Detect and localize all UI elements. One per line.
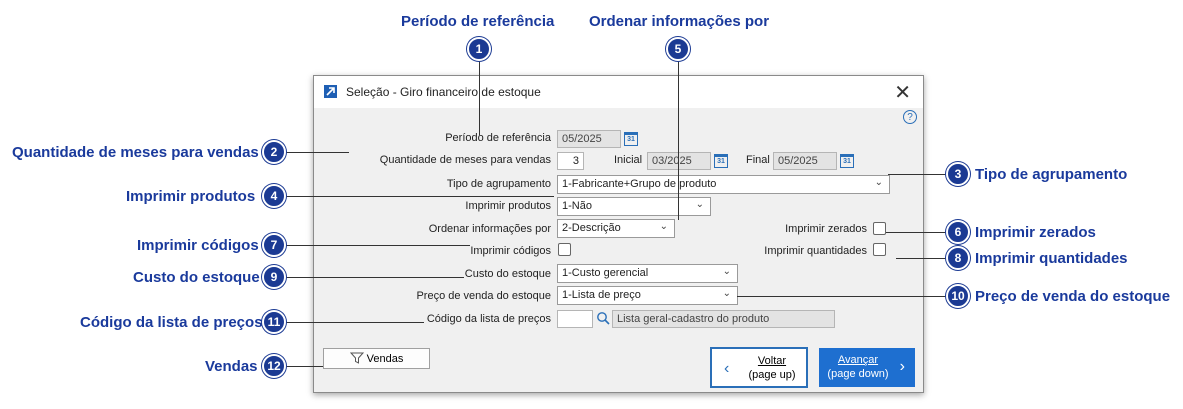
imprimir-produtos-select[interactable]: 1-Não ⌄: [557, 197, 711, 216]
imprimir-codigos-label: Imprimir códigos: [470, 245, 551, 257]
search-icon[interactable]: [596, 311, 610, 330]
voltar-label-2: (page up): [748, 369, 796, 381]
periodo-field[interactable]: 05/2025: [557, 130, 621, 148]
vendas-button[interactable]: Vendas: [323, 348, 430, 369]
calendar-icon[interactable]: 31: [624, 132, 638, 146]
annotation-badge-12: 12: [262, 354, 286, 378]
preco-value: 1-Lista de preço: [562, 289, 641, 301]
imprimir-produtos-label: Imprimir produtos: [465, 200, 551, 212]
agrupamento-value: 1-Fabricante+Grupo de produto: [562, 178, 717, 190]
connector-line: [479, 60, 480, 135]
ordenar-value: 2-Descrição: [562, 222, 621, 234]
imprimir-codigos-checkbox[interactable]: [558, 243, 571, 256]
connector-line: [286, 322, 424, 323]
connector-line: [886, 232, 946, 233]
vendas-button-label: Vendas: [366, 353, 404, 365]
imprimir-quantidades-label: Imprimir quantidades: [764, 245, 867, 257]
annotation-badge-2: 2: [262, 140, 286, 164]
chevron-down-icon: ⌄: [695, 199, 704, 210]
codigo-lista-field[interactable]: [557, 310, 593, 328]
voltar-label-1: Voltar: [757, 355, 787, 367]
connector-line: [896, 258, 946, 259]
connector-line: [286, 366, 323, 367]
connector-line: [737, 296, 946, 297]
connector-line: [678, 60, 679, 220]
annotation-label-4: Imprimir produtos: [126, 188, 256, 205]
imprimir-zerados-label: Imprimir zerados: [785, 223, 867, 235]
lista-descricao-field: Lista geral-cadastro do produto: [612, 310, 835, 328]
inicial-label: Inicial: [614, 154, 643, 166]
connector-line: [888, 174, 946, 175]
avancar-button[interactable]: Avançar (page down) ›: [819, 348, 915, 387]
chevron-left-icon: ‹: [724, 360, 730, 377]
annotation-label-11: Código da lista de preços: [80, 314, 263, 331]
connector-line: [286, 152, 349, 153]
close-icon[interactable]: ✕: [894, 80, 911, 105]
custo-label: Custo do estoque: [464, 268, 551, 280]
chevron-down-icon: ⌄: [874, 177, 883, 188]
calendar-icon[interactable]: 31: [840, 154, 854, 168]
ordenar-label: Ordenar informações por: [428, 223, 551, 235]
preco-label: Preço de venda do estoque: [416, 290, 551, 302]
help-icon[interactable]: ?: [903, 110, 917, 124]
avancar-label-2: (page down): [827, 368, 889, 380]
connector-line: [286, 277, 464, 278]
codigo-lista-label: Código da lista de preços: [426, 313, 551, 325]
chevron-down-icon: ⌄: [722, 266, 731, 277]
preco-select[interactable]: 1-Lista de preço ⌄: [557, 286, 738, 305]
agrupamento-select[interactable]: 1-Fabricante+Grupo de produto ⌄: [557, 175, 890, 194]
final-label: Final: [746, 154, 770, 166]
dialog-body: ? Período de referência 05/2025 31 Quant…: [314, 108, 923, 392]
annotation-label-7: Imprimir códigos: [137, 237, 259, 254]
agrupamento-label: Tipo de agrupamento: [446, 178, 551, 190]
qtd-meses-field[interactable]: 3: [557, 152, 584, 170]
dialog-title: Seleção - Giro financeiro de estoque: [346, 85, 541, 99]
imprimir-produtos-value: 1-Não: [562, 200, 592, 212]
inicial-field[interactable]: 03/2025: [647, 152, 711, 170]
selection-dialog: Seleção - Giro financeiro de estoque ✕ ?…: [313, 75, 924, 393]
chevron-down-icon: ⌄: [659, 221, 668, 232]
app-icon: [324, 85, 337, 98]
annotation-badge-5: 5: [666, 37, 690, 61]
annotation-badge-7: 7: [262, 233, 286, 257]
connector-line: [286, 245, 470, 246]
annotation-badge-3: 3: [946, 162, 970, 186]
periodo-label: Período de referência: [445, 132, 551, 144]
annotation-badge-4: 4: [262, 184, 286, 208]
ordenar-select[interactable]: 2-Descrição ⌄: [557, 219, 675, 238]
dialog-titlebar: Seleção - Giro financeiro de estoque ✕: [314, 76, 923, 108]
annotation-badge-10: 10: [946, 284, 970, 308]
annotation-badge-1: 1: [467, 37, 491, 61]
custo-select[interactable]: 1-Custo gerencial ⌄: [557, 264, 738, 283]
imprimir-zerados-checkbox[interactable]: [873, 222, 886, 235]
annotation-label-3: Tipo de agrupamento: [975, 166, 1128, 183]
annotation-label-12: Vendas: [205, 358, 258, 375]
custo-value: 1-Custo gerencial: [562, 267, 649, 279]
final-field[interactable]: 05/2025: [773, 152, 837, 170]
annotation-badge-11: 11: [262, 310, 286, 334]
chevron-down-icon: ⌄: [722, 288, 731, 299]
annotation-label-10: Preço de venda do estoque: [975, 288, 1171, 305]
annotation-label-5: Ordenar informações por: [589, 13, 770, 30]
imprimir-quantidades-checkbox[interactable]: [873, 243, 886, 256]
connector-line: [286, 196, 554, 197]
annotation-label-9: Custo do estoque: [133, 269, 260, 286]
annotation-label-6: Imprimir zerados: [975, 224, 1096, 241]
annotation-badge-8: 8: [946, 246, 970, 270]
avancar-label-1: Avançar: [837, 354, 879, 366]
chevron-right-icon: ›: [899, 358, 905, 375]
voltar-button[interactable]: ‹ Voltar (page up): [710, 347, 808, 388]
annotation-label-8: Imprimir quantidades: [975, 250, 1128, 267]
calendar-icon[interactable]: 31: [714, 154, 728, 168]
annotation-label-1: Período de referência: [401, 13, 555, 30]
filter-icon: [349, 352, 364, 364]
qtd-meses-label: Quantidade de meses para vendas: [379, 154, 551, 166]
annotation-label-2: Quantidade de meses para vendas: [12, 144, 259, 161]
annotation-badge-6: 6: [946, 220, 970, 244]
annotation-badge-9: 9: [262, 265, 286, 289]
